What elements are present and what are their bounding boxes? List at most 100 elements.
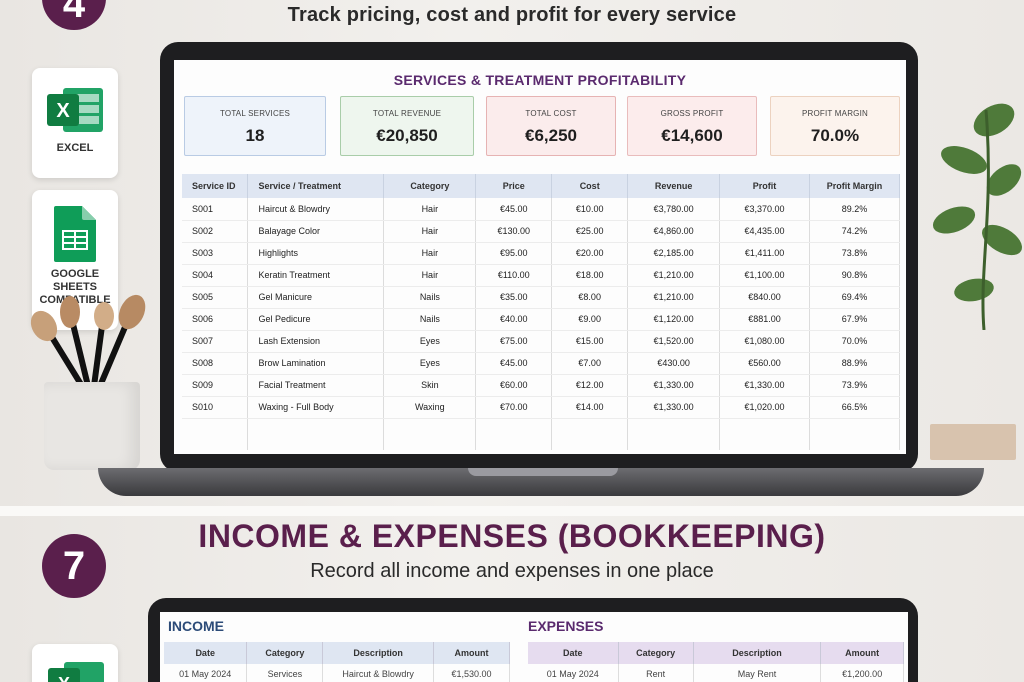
table-cell[interactable]: Eyes	[383, 330, 477, 353]
table-cell[interactable]: Rent	[618, 664, 694, 682]
table-cell[interactable]: €40.00	[475, 308, 553, 331]
column-header[interactable]: Revenue	[627, 174, 721, 198]
table-cell[interactable]: S004	[182, 264, 249, 287]
table-cell[interactable]: €4,435.00	[719, 220, 811, 243]
table-cell[interactable]: S010	[182, 396, 249, 419]
empty-cell[interactable]	[551, 418, 629, 450]
table-cell[interactable]: S006	[182, 308, 249, 331]
table-cell[interactable]: S009	[182, 374, 249, 397]
table-cell[interactable]: €430.00	[627, 352, 721, 375]
table-cell[interactable]: €1,330.00	[719, 374, 811, 397]
table-cell[interactable]: €130.00	[475, 220, 553, 243]
table-cell[interactable]: Skin	[383, 374, 477, 397]
table-cell[interactable]: €1,411.00	[719, 242, 811, 265]
table-cell[interactable]: 70.0%	[809, 330, 900, 353]
table-cell[interactable]: €1,210.00	[627, 264, 721, 287]
table-cell[interactable]: €1,530.00	[433, 664, 511, 682]
table-cell[interactable]: Haircut & Blowdry	[247, 198, 385, 221]
table-cell[interactable]: €35.00	[475, 286, 553, 309]
table-cell[interactable]: €1,100.00	[719, 264, 811, 287]
table-cell[interactable]: Eyes	[383, 352, 477, 375]
column-header[interactable]: Description	[693, 642, 822, 664]
table-cell[interactable]: €2,185.00	[627, 242, 721, 265]
table-cell[interactable]: €70.00	[475, 396, 553, 419]
table-cell[interactable]: €840.00	[719, 286, 811, 309]
table-cell[interactable]: 74.2%	[809, 220, 900, 243]
table-cell[interactable]: €1,330.00	[627, 374, 721, 397]
column-header[interactable]: Date	[528, 642, 619, 664]
empty-cell[interactable]	[475, 418, 553, 450]
table-cell[interactable]: €14.00	[551, 396, 629, 419]
column-header[interactable]: Price	[475, 174, 553, 198]
column-header[interactable]: Amount	[820, 642, 904, 664]
table-cell[interactable]: Hair	[383, 220, 477, 243]
empty-cell[interactable]	[383, 418, 477, 450]
table-cell[interactable]: S001	[182, 198, 249, 221]
table-cell[interactable]: Gel Pedicure	[247, 308, 385, 331]
table-cell[interactable]: Hair	[383, 264, 477, 287]
column-header[interactable]: Profit Margin	[809, 174, 900, 198]
table-cell[interactable]: Balayage Color	[247, 220, 385, 243]
table-cell[interactable]: €1,520.00	[627, 330, 721, 353]
table-cell[interactable]: 01 May 2024	[164, 664, 248, 682]
table-cell[interactable]: Haircut & Blowdry	[322, 664, 434, 682]
column-header[interactable]: Amount	[433, 642, 511, 664]
table-cell[interactable]: 89.2%	[809, 198, 900, 221]
table-cell[interactable]: S005	[182, 286, 249, 309]
column-header[interactable]: Description	[322, 642, 434, 664]
table-cell[interactable]: Gel Manicure	[247, 286, 385, 309]
table-cell[interactable]: €9.00	[551, 308, 629, 331]
table-cell[interactable]: S002	[182, 220, 249, 243]
table-cell[interactable]: 90.8%	[809, 264, 900, 287]
table-cell[interactable]: S003	[182, 242, 249, 265]
table-cell[interactable]: 69.4%	[809, 286, 900, 309]
table-cell[interactable]: €45.00	[475, 198, 553, 221]
table-cell[interactable]: Lash Extension	[247, 330, 385, 353]
table-cell[interactable]: €7.00	[551, 352, 629, 375]
table-cell[interactable]: €3,370.00	[719, 198, 811, 221]
table-cell[interactable]: 73.9%	[809, 374, 900, 397]
table-cell[interactable]: 66.5%	[809, 396, 900, 419]
table-cell[interactable]: Hair	[383, 242, 477, 265]
table-cell[interactable]: €25.00	[551, 220, 629, 243]
table-cell[interactable]: €20.00	[551, 242, 629, 265]
table-cell[interactable]: 88.9%	[809, 352, 900, 375]
table-cell[interactable]: €1,080.00	[719, 330, 811, 353]
column-header[interactable]: Service ID	[182, 174, 249, 198]
column-header[interactable]: Category	[246, 642, 324, 664]
table-cell[interactable]: €1,210.00	[627, 286, 721, 309]
table-cell[interactable]: €1,330.00	[627, 396, 721, 419]
table-cell[interactable]: Brow Lamination	[247, 352, 385, 375]
table-cell[interactable]: €110.00	[475, 264, 553, 287]
table-cell[interactable]: Waxing	[383, 396, 477, 419]
table-cell[interactable]: €3,780.00	[627, 198, 721, 221]
table-cell[interactable]: €4,860.00	[627, 220, 721, 243]
table-cell[interactable]: €1,200.00	[820, 664, 904, 682]
table-cell[interactable]: Highlights	[247, 242, 385, 265]
column-header[interactable]: Profit	[719, 174, 811, 198]
table-cell[interactable]: €75.00	[475, 330, 553, 353]
table-cell[interactable]: €95.00	[475, 242, 553, 265]
table-cell[interactable]: €45.00	[475, 352, 553, 375]
table-cell[interactable]: Keratin Treatment	[247, 264, 385, 287]
column-header[interactable]: Service / Treatment	[247, 174, 385, 198]
table-cell[interactable]: €1,020.00	[719, 396, 811, 419]
table-cell[interactable]: 73.8%	[809, 242, 900, 265]
table-cell[interactable]: €12.00	[551, 374, 629, 397]
table-cell[interactable]: €8.00	[551, 286, 629, 309]
table-cell[interactable]: 67.9%	[809, 308, 900, 331]
table-cell[interactable]: Facial Treatment	[247, 374, 385, 397]
table-cell[interactable]: Nails	[383, 286, 477, 309]
table-cell[interactable]: €60.00	[475, 374, 553, 397]
table-cell[interactable]: Services	[246, 664, 324, 682]
table-cell[interactable]: €1,120.00	[627, 308, 721, 331]
table-cell[interactable]: May Rent	[693, 664, 822, 682]
table-cell[interactable]: €15.00	[551, 330, 629, 353]
table-cell[interactable]: 01 May 2024	[528, 664, 619, 682]
table-cell[interactable]: Waxing - Full Body	[247, 396, 385, 419]
empty-cell[interactable]	[182, 418, 249, 450]
empty-cell[interactable]	[247, 418, 385, 450]
empty-cell[interactable]	[627, 418, 721, 450]
table-cell[interactable]: €560.00	[719, 352, 811, 375]
table-cell[interactable]: €10.00	[551, 198, 629, 221]
